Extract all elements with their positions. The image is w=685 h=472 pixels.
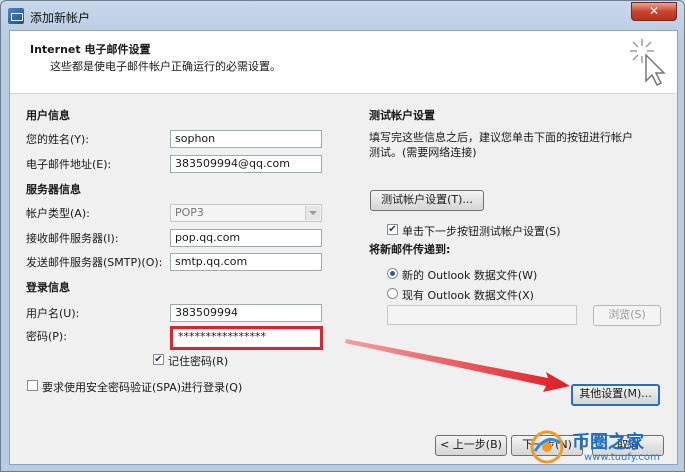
watermark-url: www.tuufy.com (584, 452, 660, 463)
watermark-text: 币圈之家 (572, 432, 644, 453)
annotation-arrow (345, 339, 570, 392)
watermark-logo-icon (530, 430, 564, 464)
